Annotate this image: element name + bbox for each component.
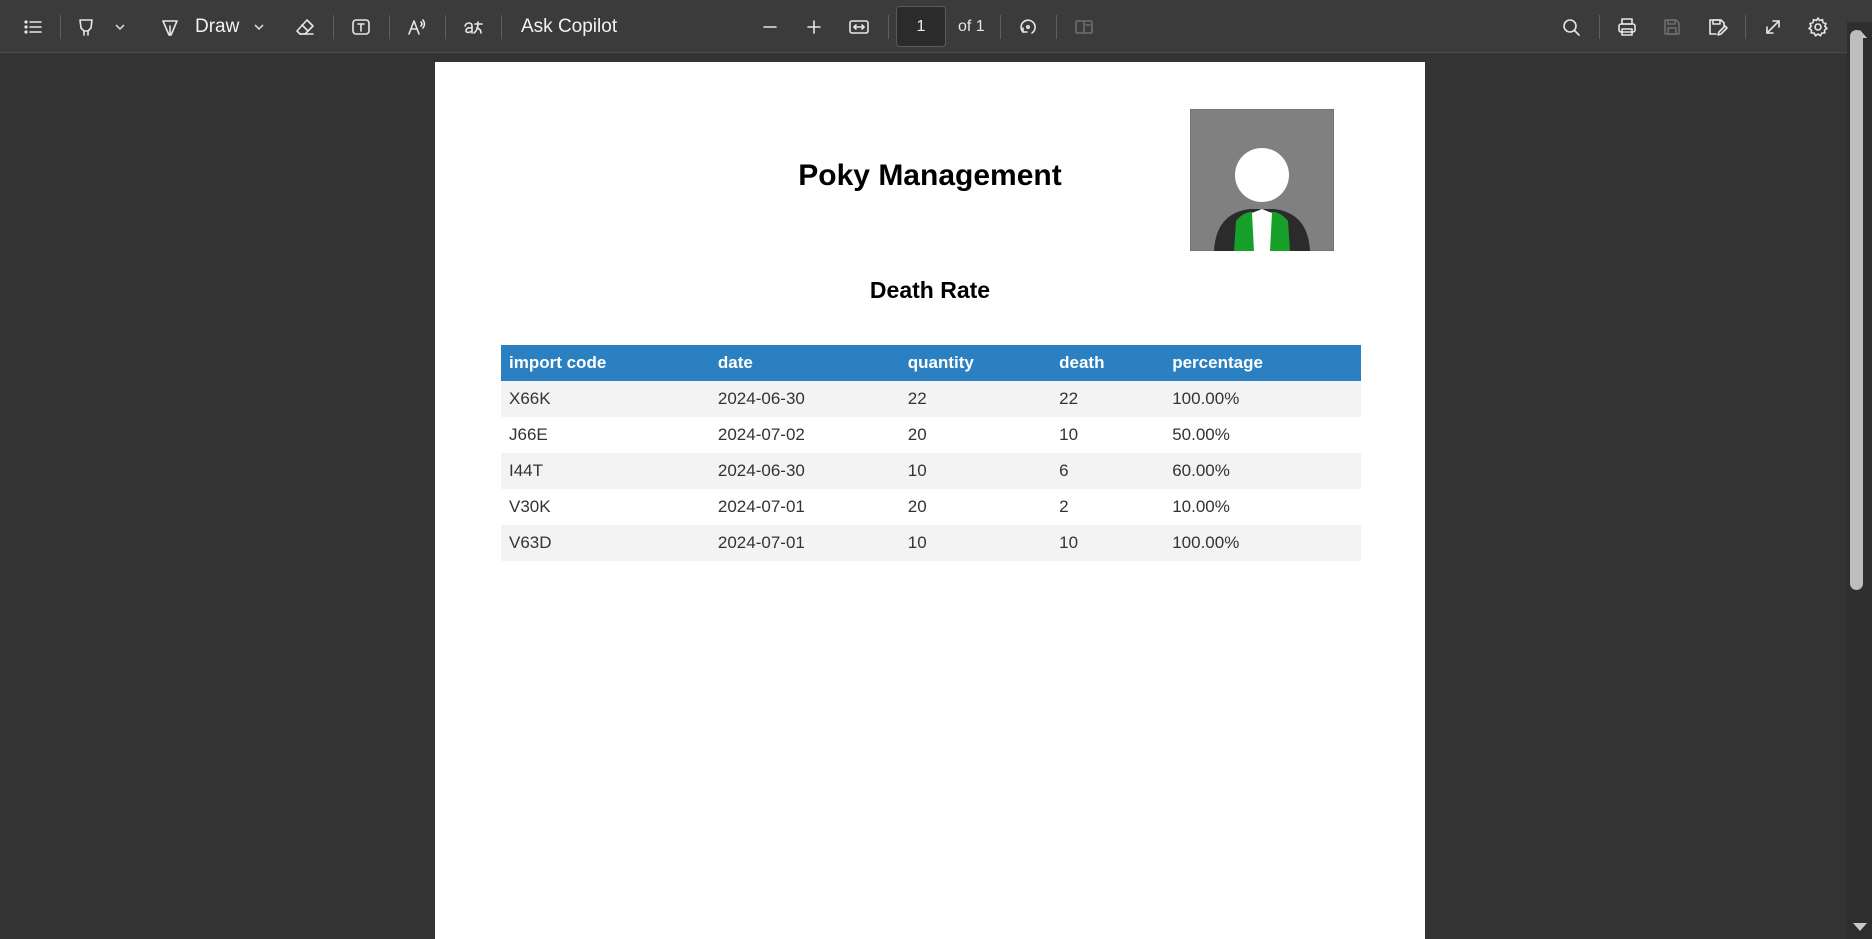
toolbar-divider	[501, 15, 502, 39]
page-count-label: of 1	[958, 18, 985, 35]
print-icon[interactable]	[1609, 9, 1645, 45]
table-cell: 10	[1051, 417, 1165, 453]
table-cell: 2024-06-30	[709, 381, 900, 417]
table-cell: 100.00%	[1164, 525, 1361, 561]
translate-icon[interactable]	[455, 9, 491, 45]
text-box-icon[interactable]	[343, 9, 379, 45]
table-cell: 50.00%	[1164, 417, 1361, 453]
table-cell: I44T	[501, 453, 710, 489]
save-as-icon[interactable]	[1699, 9, 1735, 45]
table-header-row: import code date quantity death percenta…	[501, 345, 1361, 381]
column-header: quantity	[899, 345, 1052, 381]
draw-options-chevron-down-icon[interactable]	[250, 9, 268, 45]
search-icon[interactable]	[1553, 9, 1589, 45]
table-cell: 10.00%	[1164, 489, 1361, 525]
ask-copilot-button[interactable]: Ask Copilot	[521, 9, 617, 45]
document-subtitle: Death Rate	[869, 277, 991, 303]
avatar-image	[1190, 109, 1334, 251]
table-cell: 2024-07-01	[709, 525, 900, 561]
draw-button[interactable]: Draw	[195, 9, 239, 45]
table-row: J66E 2024-07-02 20 10 50.00%	[501, 417, 1361, 453]
table-row: V30K 2024-07-01 20 2 10.00%	[501, 489, 1361, 525]
toolbar-divider	[1745, 15, 1746, 39]
pdf-page: Poky Management Death Rate import code d…	[435, 62, 1425, 939]
table-cell: 22	[899, 381, 1052, 417]
pdf-toolbar: Draw Ask Copilot of 1	[0, 0, 1872, 53]
table-cell: 2	[1051, 489, 1165, 525]
column-header: date	[709, 345, 900, 381]
table-cell: 2024-07-02	[709, 417, 900, 453]
document-viewer: Poky Management Death Rate import code d…	[5, 54, 1847, 939]
table-cell: V30K	[501, 489, 710, 525]
expand-icon[interactable]	[1755, 9, 1791, 45]
scrollbar-thumb[interactable]	[1850, 30, 1863, 590]
rotate-icon[interactable]	[1010, 9, 1046, 45]
save-icon[interactable]	[1654, 9, 1690, 45]
table-row: X66K 2024-06-30 22 22 100.00%	[501, 381, 1361, 417]
toolbar-divider	[1000, 15, 1001, 39]
death-rate-table: import code date quantity death percenta…	[501, 345, 1361, 561]
table-cell: 20	[899, 417, 1052, 453]
table-cell: 2024-07-01	[709, 489, 900, 525]
table-cell: 6	[1051, 453, 1165, 489]
table-cell: 60.00%	[1164, 453, 1361, 489]
plus-icon[interactable]	[796, 9, 832, 45]
page-view-icon[interactable]	[1066, 9, 1102, 45]
gear-icon[interactable]	[1800, 9, 1836, 45]
toolbar-divider	[888, 15, 889, 39]
column-header: import code	[501, 345, 710, 381]
vertical-scrollbar[interactable]	[1847, 22, 1872, 939]
toolbar-divider	[445, 15, 446, 39]
toolbar-divider	[60, 15, 61, 39]
table-cell: J66E	[501, 417, 710, 453]
read-aloud-icon[interactable]	[399, 9, 435, 45]
minus-icon[interactable]	[752, 9, 788, 45]
eraser-icon[interactable]	[287, 9, 323, 45]
table-cell: X66K	[501, 381, 710, 417]
toolbar-divider	[333, 15, 334, 39]
pen-icon[interactable]	[152, 9, 188, 45]
toolbar-divider	[1599, 15, 1600, 39]
table-cell: V63D	[501, 525, 710, 561]
column-header: death	[1051, 345, 1165, 381]
table-cell: 2024-06-30	[709, 453, 900, 489]
scroll-down-arrow-icon[interactable]	[1853, 923, 1867, 931]
table-cell: 10	[899, 453, 1052, 489]
page-number-input[interactable]	[896, 6, 946, 47]
fit-width-icon[interactable]	[841, 9, 877, 45]
highlighter-icon[interactable]	[68, 9, 104, 45]
toolbar-divider	[389, 15, 390, 39]
highlight-options-chevron-down-icon[interactable]	[111, 9, 129, 45]
table-cell: 100.00%	[1164, 381, 1361, 417]
table-cell: 10	[899, 525, 1052, 561]
table-row: I44T 2024-06-30 10 6 60.00%	[501, 453, 1361, 489]
table-cell: 20	[899, 489, 1052, 525]
table-cell: 10	[1051, 525, 1165, 561]
column-header: percentage	[1164, 345, 1361, 381]
table-row: V63D 2024-07-01 10 10 100.00%	[501, 525, 1361, 561]
toolbar-divider	[1056, 15, 1057, 39]
list-icon[interactable]	[15, 9, 51, 45]
table-cell: 22	[1051, 381, 1165, 417]
